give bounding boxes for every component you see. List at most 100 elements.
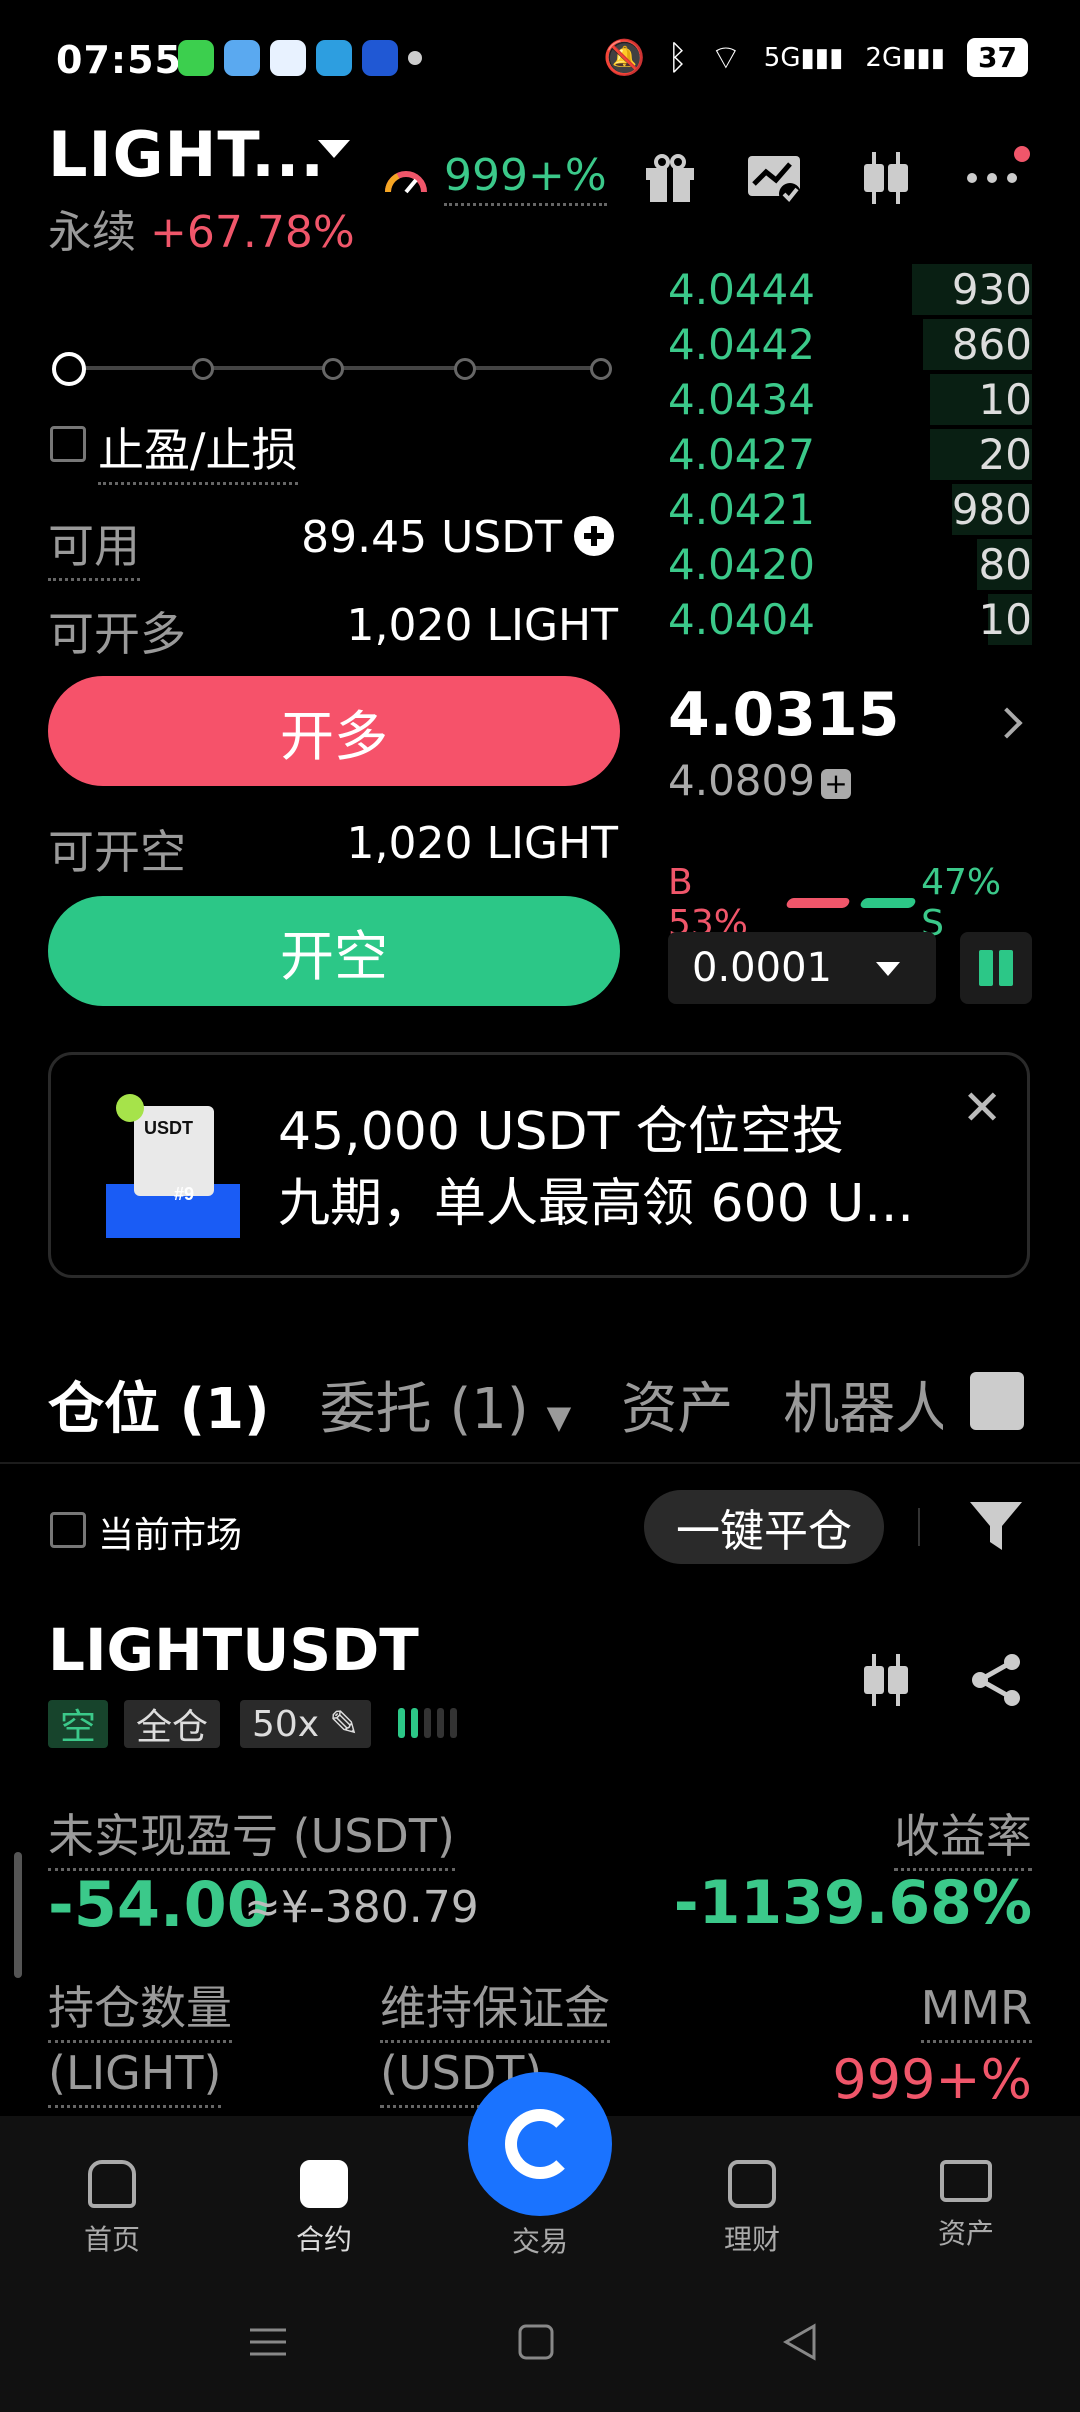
ask-price: 4.0421 — [668, 485, 815, 534]
can-long-label: 可开多 — [48, 607, 186, 661]
nav-finance-label: 理财 — [723, 2223, 780, 2256]
amount-slider-handle[interactable] — [52, 352, 86, 386]
tab-bots[interactable]: 机器人 — [783, 1364, 943, 1445]
slider-step-50[interactable] — [322, 358, 344, 380]
edit-icon: ✎ — [329, 1703, 360, 1745]
notification-app-icons — [178, 40, 422, 76]
risk-gauge-icon[interactable] — [382, 158, 430, 198]
share-icon[interactable] — [966, 1650, 1026, 1710]
chevron-down-icon[interactable] — [318, 140, 350, 158]
mark-price-value: 4.0809 — [668, 756, 815, 805]
tick-size-select[interactable]: 0.0001 — [668, 932, 936, 1004]
margin-mode-badge: 全仓 — [124, 1700, 221, 1748]
layout-icon — [979, 950, 993, 986]
slider-step-75[interactable] — [454, 358, 476, 380]
trade-button[interactable] — [468, 2072, 612, 2216]
orderbook-layout-button[interactable] — [960, 932, 1032, 1004]
adl-bar — [450, 1708, 457, 1738]
orderbook-row[interactable]: 4.0427 20 — [668, 427, 1032, 482]
current-market-checkbox[interactable] — [50, 1512, 86, 1548]
slider-step-25[interactable] — [192, 358, 214, 380]
current-market-label[interactable]: 当前市场 — [98, 1506, 242, 1558]
nav-finance[interactable]: 理财 — [682, 2160, 822, 2258]
candlestick-icon[interactable] — [856, 1650, 916, 1710]
status-time: 07:55 — [56, 38, 182, 82]
close-icon[interactable]: ✕ — [962, 1080, 1002, 1136]
divider — [918, 1508, 920, 1546]
banner-text[interactable]: 45,000 USDT 仓位空投 九期，单人最高领 600 U... — [278, 1096, 978, 1240]
available-value: 89.45 USDT — [301, 512, 562, 563]
tab-orders[interactable]: 委托 (1) ▼ — [320, 1364, 572, 1445]
back-icon[interactable] — [780, 2322, 820, 2362]
nav-futures[interactable]: 合约 — [254, 2160, 394, 2258]
add-funds-icon[interactable] — [572, 514, 616, 558]
chevron-right-icon[interactable] — [991, 707, 1023, 739]
chart-check-icon[interactable] — [744, 148, 804, 208]
mark-price-info-icon[interactable]: + — [820, 768, 851, 799]
open-long-button[interactable]: 开多 — [48, 676, 620, 786]
contract-info: 永续 +67.78% — [48, 196, 355, 260]
risk-ratio[interactable]: 999+% — [444, 150, 607, 206]
chevron-down-icon: ▼ — [546, 1398, 572, 1436]
bluetooth-icon: ᛒ — [667, 37, 688, 78]
browser-icon — [270, 40, 306, 76]
orderbook-row[interactable]: 4.0442 860 — [668, 317, 1032, 372]
more-icon[interactable] — [962, 148, 1022, 208]
slider-step-100[interactable] — [590, 358, 612, 380]
sell-ratio-bar — [858, 898, 917, 908]
tpsl-label[interactable]: 止盈/止损 — [98, 414, 298, 485]
app-icon — [178, 40, 214, 76]
futures-icon — [300, 2160, 348, 2208]
adl-indicator — [398, 1708, 457, 1738]
change-pct: +67.78% — [150, 207, 355, 258]
banner-line-1: 45,000 USDT 仓位空投 — [278, 1102, 844, 1162]
mmr-value: 999+% — [832, 2048, 1032, 2111]
orderbook-row[interactable]: 4.0444 930 — [668, 262, 1032, 317]
wallet-icon — [940, 2160, 992, 2202]
home-square-icon[interactable] — [516, 2322, 556, 2362]
status-right-icons: 🔕 ᛒ ⌔ 5G▮▮▮ 2G▮▮▮ 37 — [603, 36, 1028, 79]
ask-qty: 10 — [978, 595, 1032, 644]
orderbook-row[interactable]: 4.0420 80 — [668, 537, 1032, 592]
gift-icon[interactable] — [640, 148, 700, 208]
position-size-label-line2: (LIGHT) — [48, 2043, 222, 2108]
mmr-label: MMR — [920, 1978, 1032, 2043]
open-short-button[interactable]: 开空 — [48, 896, 620, 1006]
more-notifications-dot — [408, 51, 422, 65]
ask-qty: 860 — [951, 320, 1032, 369]
menu-icon[interactable] — [248, 2322, 288, 2362]
nav-home[interactable]: 首页 — [42, 2160, 182, 2258]
tpsl-checkbox[interactable] — [50, 426, 86, 462]
weather-icon — [224, 40, 260, 76]
airdrop-illustration: #9 USDT — [106, 1094, 240, 1238]
orderbook-row[interactable]: 4.0434 10 — [668, 372, 1032, 427]
nav-assets[interactable]: 资产 — [896, 2160, 1036, 2252]
adl-bar — [398, 1708, 405, 1738]
divider — [0, 1462, 1080, 1464]
candlestick-icon[interactable] — [856, 148, 916, 208]
symbol-selector[interactable]: LIGHT... — [48, 118, 325, 191]
close-all-button[interactable]: 一键平仓 — [644, 1490, 884, 1564]
history-icon[interactable] — [970, 1372, 1024, 1430]
tab-positions[interactable]: 仓位 (1) — [48, 1364, 270, 1445]
chevron-down-icon — [876, 962, 900, 976]
notification-dot — [1014, 146, 1030, 162]
finance-icon — [728, 2160, 776, 2208]
maint-margin-label-line1: 维持保证金 — [380, 1978, 610, 2043]
orderbook-row[interactable]: 4.0404 10 — [668, 592, 1032, 647]
position-symbol[interactable]: LIGHTUSDT — [48, 1616, 419, 1684]
leverage-badge[interactable]: 50x ✎ — [240, 1700, 372, 1748]
tick-size-value: 0.0001 — [692, 945, 832, 991]
tab-assets[interactable]: 资产 — [621, 1364, 733, 1445]
scrollbar[interactable] — [14, 1852, 22, 1978]
wifi-icon: ⌔ — [709, 38, 742, 78]
orderbook-row[interactable]: 4.0421 980 — [668, 482, 1032, 537]
mark-price: 4.0809 + — [668, 756, 851, 805]
ask-qty: 980 — [951, 485, 1032, 534]
unrealized-pnl-cny: ≈¥-380.79 — [244, 1882, 479, 1933]
nav-trade-label[interactable]: 交易 — [470, 2220, 610, 2260]
position-tabs: 仓位 (1) 委托 (1) ▼ 资产 机器人 — [48, 1364, 943, 1445]
ask-price: 4.0442 — [668, 320, 815, 369]
filter-icon[interactable] — [966, 1496, 1026, 1556]
unrealized-pnl-value: -54.00 — [48, 1868, 270, 1941]
